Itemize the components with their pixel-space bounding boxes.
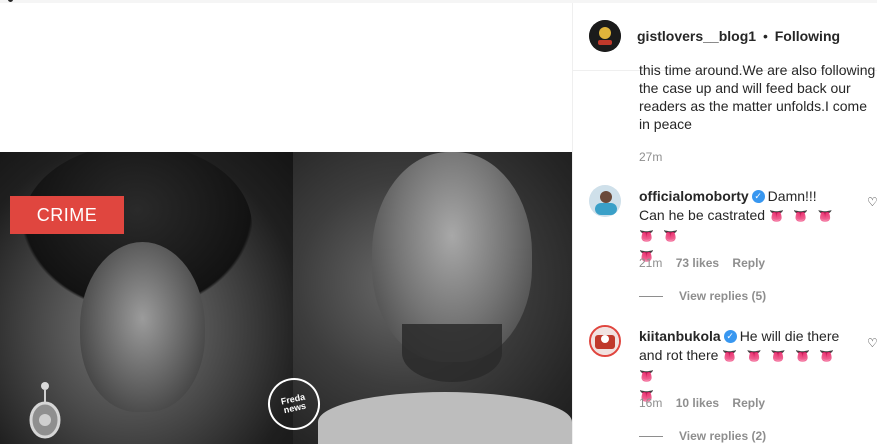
caption-text: this time around.We are also following t…	[639, 65, 877, 137]
earring-icon	[29, 382, 61, 439]
avatar[interactable]	[589, 185, 621, 217]
blog-logo-icon	[589, 20, 621, 52]
comment-1: officialomoborty ✓ Damn!!! Can he be castr…	[639, 187, 844, 266]
dot-icon	[8, 0, 13, 2]
comment-meta: 21m 73 likes Reply	[639, 256, 765, 270]
following-button[interactable]: Following	[775, 28, 840, 44]
shirt-shape	[318, 392, 572, 444]
verified-icon: ✓	[751, 189, 765, 203]
commenter-photo-icon	[589, 185, 621, 217]
caption-time[interactable]: 27m	[639, 150, 662, 164]
header-username[interactable]: gistlovers__blog1	[637, 28, 756, 44]
comment-meta: 16m 10 likes Reply	[639, 396, 765, 410]
comment-username[interactable]: officialomoborty	[639, 188, 749, 204]
view-replies-label: View replies (5)	[679, 289, 767, 303]
comment-likes[interactable]: 10 likes	[676, 396, 719, 410]
verified-icon: ✓	[723, 329, 737, 343]
avatar[interactable]	[589, 20, 621, 52]
post-image[interactable]: CRIME Freda news	[0, 152, 572, 444]
reply-button[interactable]: Reply	[732, 256, 765, 270]
heart-icon[interactable]: ♡	[867, 195, 877, 209]
header-separator: •	[762, 28, 768, 44]
heart-icon[interactable]: ♡	[867, 336, 877, 350]
caption-body: this time around.We are also following t…	[639, 65, 876, 132]
divider-line	[639, 436, 663, 438]
comment-time[interactable]: 21m	[639, 256, 662, 270]
reply-button[interactable]: Reply	[732, 396, 765, 410]
face-woman	[80, 242, 205, 412]
view-replies-button[interactable]: View replies (2)	[639, 429, 766, 443]
view-replies-label: View replies (2)	[679, 429, 767, 443]
beard-shape	[402, 324, 502, 382]
avatar[interactable]	[589, 325, 621, 357]
comment-username[interactable]: kiitanbukola	[639, 328, 721, 344]
comment-likes[interactable]: 73 likes	[676, 256, 719, 270]
comment-time[interactable]: 16m	[639, 396, 662, 410]
view-replies-button[interactable]: View replies (5)	[639, 289, 766, 303]
comment-2: kiitanbukola ✓ He will die there and rot t…	[639, 327, 844, 406]
commenter-photo-icon	[591, 327, 619, 355]
comments-panel: gistlovers__blog1 • Following this time …	[572, 3, 877, 444]
divider-line	[639, 296, 663, 298]
post-header: gistlovers__blog1 • Following	[573, 3, 877, 71]
crime-badge: CRIME	[10, 196, 124, 234]
header-user-line: gistlovers__blog1 • Following	[637, 28, 840, 44]
